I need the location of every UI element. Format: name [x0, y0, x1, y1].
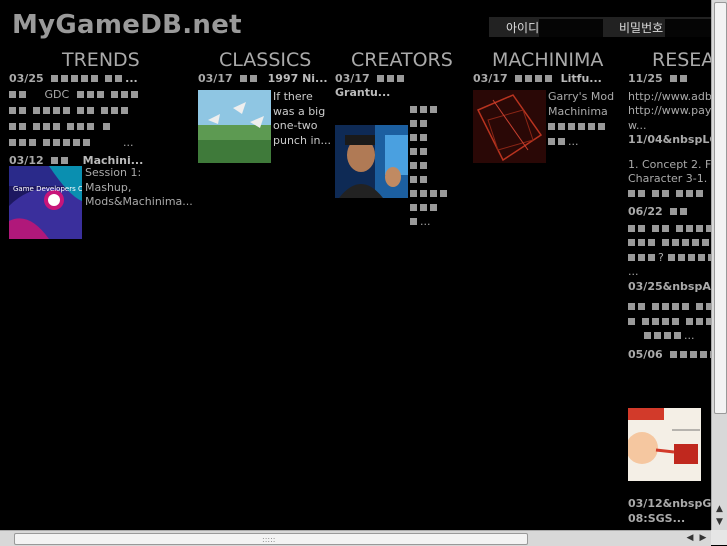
list-item[interactable]: 03/17 1997 Ni...	[198, 72, 328, 86]
machinima-thumbnail[interactable]	[473, 90, 546, 163]
machinima-snippet: Garry's Mod Machinima ...	[548, 90, 615, 148]
creators-column: 03/17 Grantu...	[335, 72, 455, 100]
password-label: 비밀번호	[619, 21, 664, 35]
scrollbar-corner	[711, 530, 727, 545]
classics-snippet: If there was a big one-two punch in...	[273, 90, 331, 147]
thumbnail-text: Game Developers Conference	[13, 185, 82, 193]
trends-column: 03/25 ... GDC ... 03/12 Machini...	[9, 72, 189, 168]
tab-research[interactable]: RESEA	[652, 49, 714, 71]
vertical-scroll-thumb[interactable]	[714, 2, 727, 414]
item-snippet: GDC	[44, 88, 70, 101]
scroll-right-arrow-icon[interactable]: ▶	[697, 532, 709, 544]
item-date: 03/25	[9, 72, 44, 85]
vertical-scrollbar[interactable]: ▲ ▼	[711, 0, 727, 530]
list-item[interactable]: 03/17 Litfu...	[473, 72, 613, 86]
tab-classics[interactable]: CLASSICS	[219, 49, 311, 71]
tab-creators[interactable]: CREATORS	[351, 49, 453, 71]
list-item[interactable]: 11/25	[628, 72, 711, 87]
gdc-thumbnail[interactable]: Game Developers Conference	[9, 166, 82, 239]
item-title: 1997 Ni...	[267, 72, 328, 85]
list-item[interactable]: 03/25 ...	[9, 72, 189, 86]
trends-session-snippet: Session 1: Mashup, Mods&Machinima...	[85, 166, 193, 208]
horizontal-scrollbar[interactable]: ::::: ◀ ▶	[0, 530, 711, 546]
item-snippet: 1. Concept 2. F Character 3-1.	[628, 157, 711, 186]
item-title: Grantu...	[335, 86, 391, 99]
tab-machinima[interactable]: MACHINIMA	[492, 49, 603, 71]
research-last-item[interactable]: 03/12&nbspGl 08:SGS...	[628, 497, 711, 526]
research-diagram-thumbnail[interactable]	[628, 408, 701, 481]
machinima-column: 03/17 Litfu...	[473, 72, 613, 86]
scroll-down-arrow-icon[interactable]: ▼	[714, 516, 725, 528]
list-item[interactable]: 03/17	[335, 72, 455, 86]
scroll-up-arrow-icon[interactable]: ▲	[714, 503, 725, 515]
item-title: Litfu...	[560, 72, 602, 85]
tab-trends[interactable]: TRENDS	[62, 49, 140, 71]
research-link[interactable]: http://www.payl	[628, 104, 711, 119]
research-column: 11/25 http://www.adb http://www.payl w..…	[628, 72, 711, 362]
login-bar: 아이디 비밀번호	[489, 17, 727, 37]
item-title[interactable]: 03/25&nbspAs	[628, 280, 711, 295]
classics-column: 03/17 1997 Ni...	[198, 72, 328, 86]
scroll-left-arrow-icon[interactable]: ◀	[684, 532, 696, 544]
research-link[interactable]: http://www.adb	[628, 90, 711, 105]
scroll-grip-icon: :::::	[262, 535, 276, 544]
site-logo[interactable]: MyGameDB.net	[12, 10, 242, 40]
creators-snippet: ...	[410, 103, 460, 229]
item-title: 03/12&nbspGl 08:SGS...	[628, 497, 711, 525]
creator-photo[interactable]	[335, 125, 408, 198]
jets-thumbnail[interactable]	[198, 90, 271, 163]
id-label: 아이디	[506, 21, 540, 35]
list-item[interactable]: 05/06	[628, 348, 711, 363]
list-item[interactable]: 06/22	[628, 205, 711, 220]
item-title[interactable]: 11/04&nbspLC	[628, 133, 711, 148]
id-input[interactable]	[539, 19, 603, 37]
